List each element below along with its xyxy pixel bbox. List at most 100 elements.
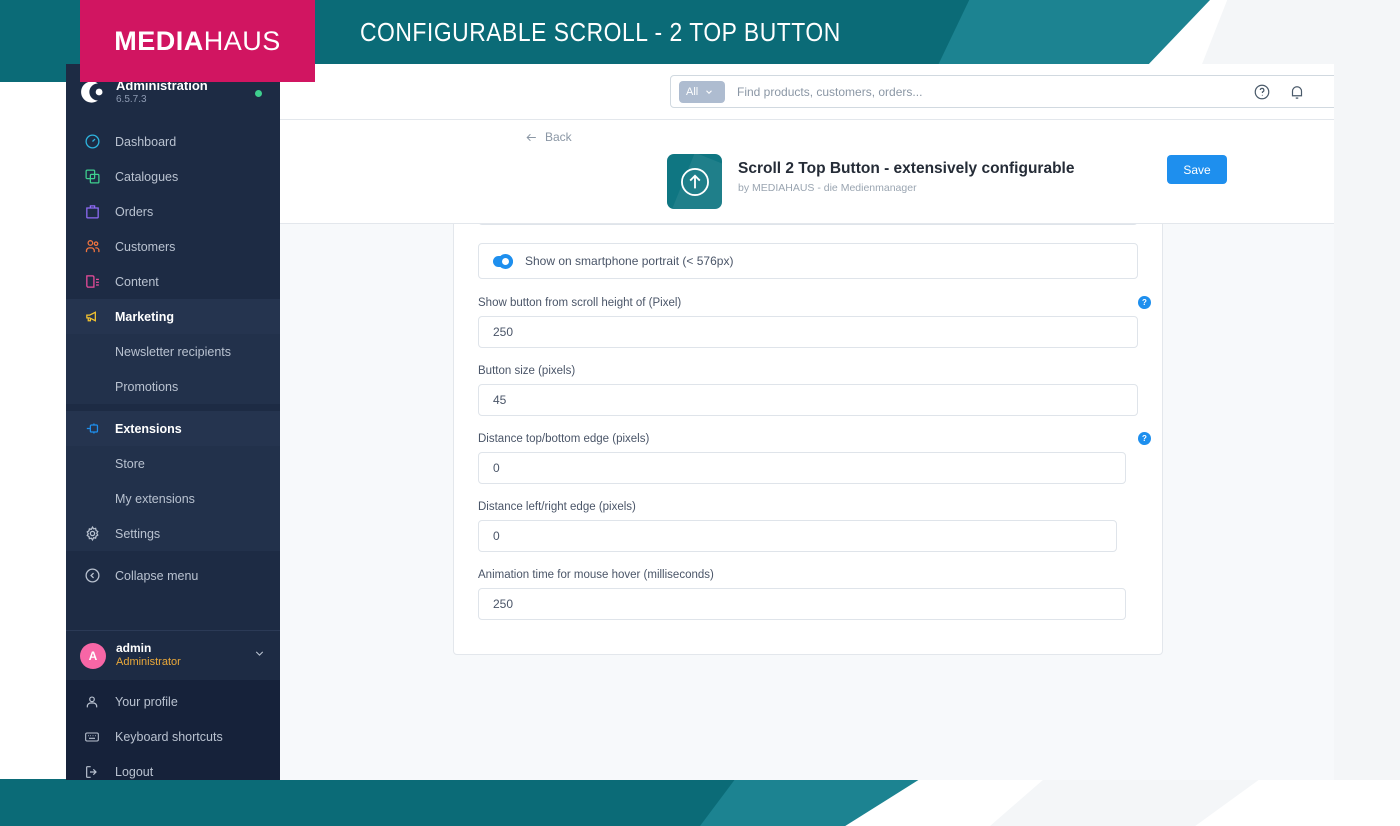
toggle-label: Show on smartphone portrait (< 576px) (525, 254, 733, 268)
sidebar-item-catalogues[interactable]: Catalogues (66, 159, 280, 194)
field-input[interactable] (478, 316, 1138, 348)
sidebar-label: Dashboard (115, 135, 176, 149)
toggle-row-smartphone-landscape[interactable]: Show on smartphone landscape (576px - 76… (478, 224, 1138, 225)
sidebar-label: Extensions (115, 422, 182, 436)
help-tooltip-icon[interactable]: ? (1138, 432, 1151, 445)
sidebar-label: Keyboard shortcuts (115, 730, 223, 744)
search-scope-dropdown[interactable]: All (679, 81, 725, 103)
extension-author: by MEDIAHAUS - die Medienmanager (738, 182, 917, 194)
settings-card: Show on smartphone landscape (576px - 76… (453, 224, 1163, 655)
sidebar: Administration 6.5.7.3 Dashboard (66, 64, 280, 780)
content-icon (82, 272, 102, 292)
copy-icon (82, 167, 102, 187)
sidebar-item-marketing[interactable]: Marketing (66, 299, 280, 334)
sidebar-sublabel: My extensions (115, 492, 195, 506)
users-icon (82, 237, 102, 257)
sidebar-label: Your profile (115, 695, 178, 709)
field-scroll-height: Show button from scroll height of (Pixel… (478, 297, 1138, 348)
bag-icon (82, 202, 102, 222)
logout-icon (82, 762, 102, 781)
nav-spacer-2 (66, 551, 280, 558)
chevron-down-icon (253, 647, 266, 665)
field-label: Animation time for mouse hover (millisec… (478, 569, 1138, 581)
shopware-logo-icon (80, 79, 106, 105)
field-label: Show button from scroll height of (Pixel… (478, 297, 1138, 309)
field-input[interactable] (478, 588, 1126, 620)
sidebar-label: Catalogues (115, 170, 178, 184)
field-input[interactable] (478, 384, 1138, 416)
extension-icon (667, 154, 722, 209)
logo-text-bold: MEDIA (114, 26, 204, 56)
content-area: Show on smartphone landscape (576px - 76… (280, 224, 1334, 780)
plug-icon (82, 419, 102, 439)
sidebar-sublabel: Newsletter recipients (115, 345, 231, 359)
sidebar-item-content[interactable]: Content (66, 264, 280, 299)
back-link[interactable]: Back (525, 130, 572, 144)
sidebar-item-logout[interactable]: Logout (66, 754, 280, 780)
sidebar-item-keyboard-shortcuts[interactable]: Keyboard shortcuts (66, 719, 280, 754)
field-distance-top-bottom: Distance top/bottom edge (pixels) ? (478, 433, 1138, 484)
sidebar-item-collapse-menu[interactable]: Collapse menu (66, 558, 280, 593)
help-circle-icon[interactable] (1253, 83, 1271, 101)
sidebar-label: Collapse menu (115, 569, 198, 583)
field-distance-left-right: Distance left/right edge (pixels) (478, 501, 1138, 552)
page-right-strip (1334, 64, 1400, 780)
toggle-switch[interactable] (493, 256, 513, 267)
gauge-icon (82, 132, 102, 152)
admin-window: Administration 6.5.7.3 Dashboard (66, 64, 1334, 780)
user-name: admin (116, 641, 181, 656)
search-scope-label: All (686, 86, 698, 98)
topbar-icons (1253, 64, 1306, 120)
sidebar-item-extensions[interactable]: Extensions (66, 411, 280, 446)
footer-band-dark (0, 779, 790, 826)
field-label: Distance top/bottom edge (pixels) (478, 433, 1138, 445)
sidebar-item-orders[interactable]: Orders (66, 194, 280, 229)
sidebar-bottom-nav: Your profile Keyboard shortcuts (66, 680, 280, 780)
field-input[interactable] (478, 452, 1126, 484)
megaphone-icon (82, 307, 102, 327)
avatar: A (80, 643, 106, 669)
person-icon (82, 692, 102, 712)
logo-text-light: HAUS (204, 26, 281, 56)
sidebar-label: Marketing (115, 310, 174, 324)
mediahaus-logo: MEDIAHAUS (80, 0, 315, 82)
sidebar-label: Orders (115, 205, 153, 219)
sidebar-label: Content (115, 275, 159, 289)
toggle-row-smartphone-portrait[interactable]: Show on smartphone portrait (< 576px) (478, 243, 1138, 279)
field-label: Button size (pixels) (478, 365, 1138, 377)
nav-spacer (66, 404, 280, 411)
user-menu[interactable]: A admin Administrator (66, 630, 280, 680)
keyboard-icon (82, 727, 102, 747)
sidebar-item-your-profile[interactable]: Your profile (66, 684, 280, 719)
screenshot-root: CONFIGURABLE SCROLL - 2 TOP BUTTON MEDIA… (0, 0, 1400, 826)
global-search[interactable]: All (670, 75, 1334, 108)
sidebar-item-promotions[interactable]: Promotions (66, 369, 280, 404)
sidebar-footer: A admin Administrator (66, 630, 280, 780)
footer-band-light (990, 779, 1260, 826)
back-label: Back (545, 130, 572, 144)
sidebar-item-newsletter-recipients[interactable]: Newsletter recipients (66, 334, 280, 369)
sidebar-version: 6.5.7.3 (116, 94, 208, 105)
field-input[interactable] (478, 520, 1117, 552)
sidebar-item-my-extensions[interactable]: My extensions (66, 481, 280, 516)
footer-decoration (0, 779, 1400, 826)
sidebar-item-customers[interactable]: Customers (66, 229, 280, 264)
sidebar-sublabel: Store (115, 457, 145, 471)
sidebar-label: Logout (115, 765, 153, 779)
field-button-size: Button size (pixels) (478, 365, 1138, 416)
bell-icon[interactable] (1288, 83, 1306, 101)
sidebar-item-dashboard[interactable]: Dashboard (66, 124, 280, 159)
field-animation-time: Animation time for mouse hover (millisec… (478, 569, 1138, 620)
search-input[interactable] (737, 85, 1334, 99)
sidebar-item-store[interactable]: Store (66, 446, 280, 481)
field-label: Distance left/right edge (pixels) (478, 501, 1138, 513)
sidebar-sublabel: Promotions (115, 380, 178, 394)
help-tooltip-icon[interactable]: ? (1138, 296, 1151, 309)
sidebar-item-settings[interactable]: Settings (66, 516, 280, 551)
chevron-down-icon (704, 87, 714, 97)
footer-band-mid (700, 779, 920, 826)
save-button[interactable]: Save (1167, 155, 1227, 184)
sidebar-label: Customers (115, 240, 175, 254)
user-role: Administrator (116, 656, 181, 670)
toggle-knob (498, 254, 513, 269)
